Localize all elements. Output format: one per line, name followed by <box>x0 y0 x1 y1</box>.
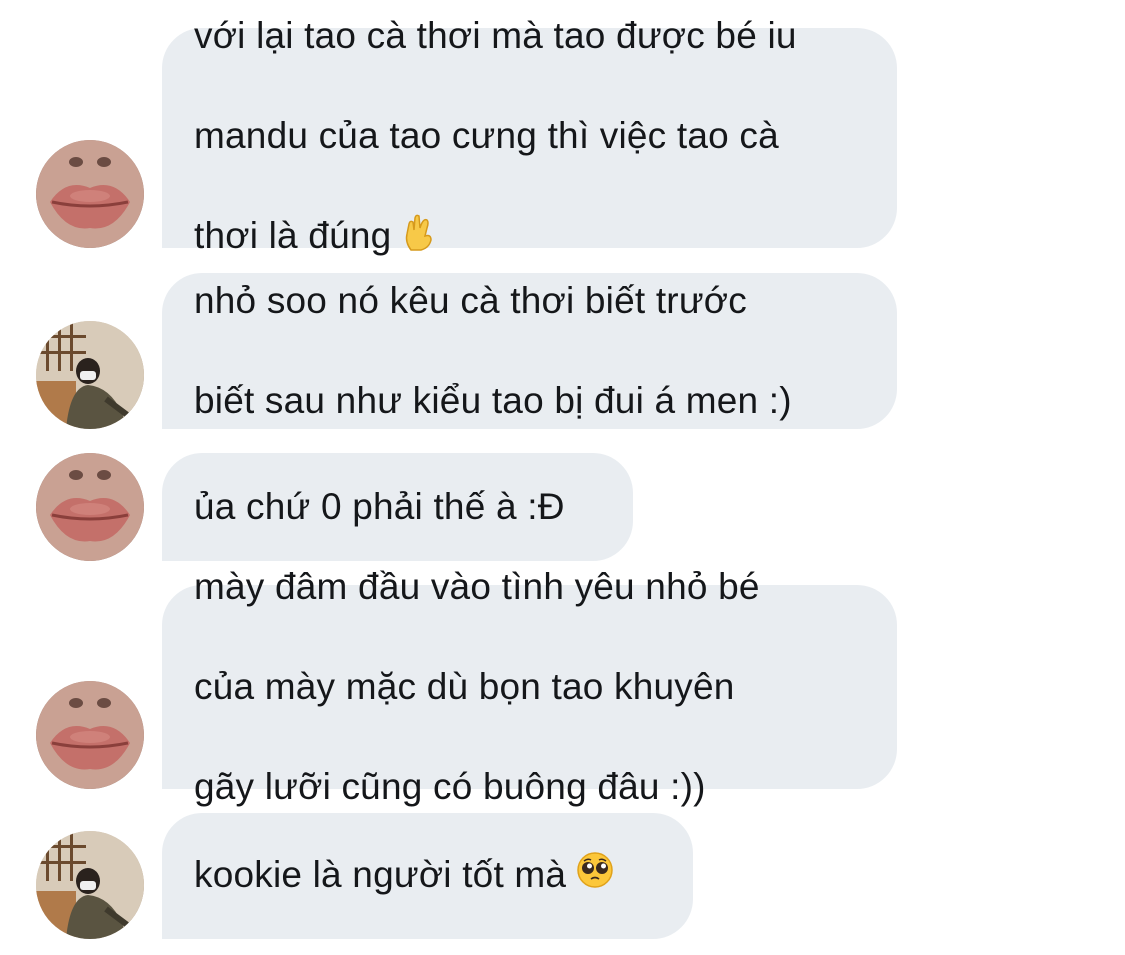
message-line: mày đâm đầu vào tình yêu nhỏ bé <box>194 566 760 607</box>
lips-photo-icon <box>36 140 144 248</box>
avatar[interactable] <box>36 831 144 939</box>
avatar[interactable] <box>36 321 144 429</box>
chat-thread: với lại tao cà thơi mà tao được bé iu ma… <box>0 0 1125 955</box>
message-bubble[interactable]: mày đâm đầu vào tình yêu nhỏ bé của mày … <box>162 566 897 807</box>
message-line: của mày mặc dù bọn tao khuyên <box>194 666 735 707</box>
avatar[interactable] <box>36 453 144 561</box>
avatar[interactable] <box>36 140 144 248</box>
boy-photo-icon <box>36 321 144 429</box>
message-line: mandu của tao cưng thì việc tao cà <box>194 115 779 157</box>
message-line: nhỏ soo nó kêu cà thơi biết trước <box>194 280 747 321</box>
pleading-face-icon <box>576 851 614 902</box>
lips-photo-icon <box>36 681 144 789</box>
message-bubble[interactable]: với lại tao cà thơi mà tao được bé iu ma… <box>162 15 897 256</box>
lips-photo-icon <box>36 453 144 561</box>
message-bubble[interactable]: kookie là người tốt mà <box>162 813 693 939</box>
boy-photo-icon <box>36 831 144 939</box>
message-text: kookie là người tốt mà <box>194 800 614 953</box>
message-bubble[interactable]: nhỏ soo nó kêu cà thơi biết trước biết s… <box>162 273 897 429</box>
message-line-text: kookie là người tốt mà <box>194 853 567 895</box>
message-line: biết sau như kiểu tao bị đui á men :) <box>194 380 792 421</box>
message-line: kookie là người tốt mà <box>194 850 614 903</box>
avatar[interactable] <box>36 681 144 789</box>
message-line: với lại tao cà thơi mà tao được bé iu <box>194 15 797 57</box>
